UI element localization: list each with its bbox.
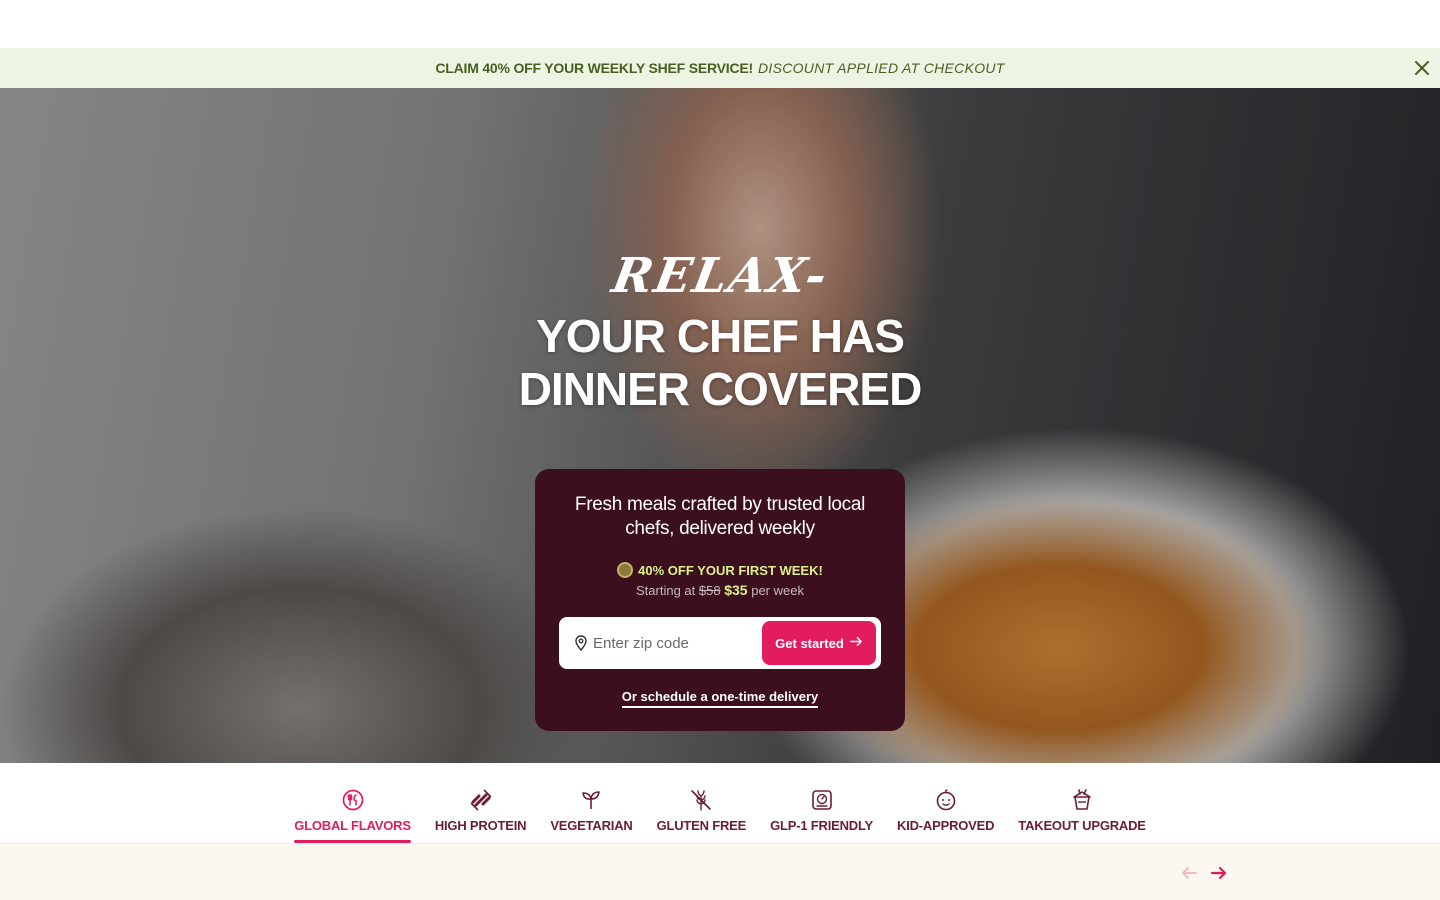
arrow-left-icon[interactable] <box>1180 864 1198 887</box>
scale-icon <box>811 790 832 810</box>
tab-glp1-friendly[interactable]: GLP-1 FRIENDLY <box>770 788 873 843</box>
offer-text: 40% OFF YOUR FIRST WEEK! <box>638 562 823 578</box>
tab-high-protein[interactable]: HIGH PROTEIN <box>435 788 527 843</box>
one-time-delivery-link[interactable]: Or schedule a one-time delivery <box>621 689 819 708</box>
globe-utensils-icon <box>342 789 363 811</box>
signup-card: Fresh meals crafted by trusted local che… <box>535 469 905 731</box>
tab-global-flavors[interactable]: GLOBAL FLAVORS <box>294 788 411 843</box>
tab-label: GLP-1 FRIENDLY <box>770 818 874 833</box>
hero-content: RELAX- YOUR CHEF HAS DINNER COVERED <box>0 88 1440 416</box>
hero-title-line1: YOUR CHEF HAS <box>536 310 905 362</box>
arrow-right-icon <box>849 635 863 651</box>
tab-vegetarian[interactable]: VEGETARIAN <box>550 788 633 843</box>
tab-label: GLUTEN FREE <box>656 818 747 833</box>
dumbbell-icon <box>470 789 491 811</box>
price-old: $58 <box>698 583 721 598</box>
takeout-box-icon <box>1073 789 1091 810</box>
promo-main-text: CLAIM 40% OFF YOUR WEEKLY SHEF SERVICE! <box>435 60 753 76</box>
get-started-button[interactable]: Get started <box>762 621 876 665</box>
hero-section: RELAX- YOUR CHEF HAS DINNER COVERED Fres… <box>0 88 1440 763</box>
tab-label: GLOBAL FLAVORS <box>294 818 411 833</box>
top-nav-bar <box>0 0 1440 48</box>
zip-code-input[interactable] <box>593 634 762 652</box>
hero-script-word: RELAX- <box>607 248 833 304</box>
kid-face-icon <box>936 789 955 811</box>
tab-label: HIGH PROTEIN <box>434 818 527 833</box>
tab-label: KID-APPROVED <box>897 818 995 833</box>
tab-kid-approved[interactable]: KID-APPROVED <box>897 788 994 843</box>
tab-label: TAKEOUT UPGRADE <box>1018 818 1146 833</box>
badge-icon <box>617 562 634 578</box>
zip-form: Get started <box>559 617 881 669</box>
location-pin-icon <box>575 635 587 652</box>
arrow-right-icon[interactable] <box>1210 864 1228 887</box>
carousel-area <box>0 844 1440 900</box>
price-new: $35 <box>724 582 748 598</box>
sprout-icon <box>582 791 601 809</box>
price-prefix: Starting at <box>636 583 696 598</box>
category-tabs: GLOBAL FLAVORS HIGH PROTEIN VEGETARIAN G… <box>0 763 1440 844</box>
tab-gluten-free[interactable]: GLUTEN FREE <box>656 788 747 843</box>
promo-sub-text: DISCOUNT APPLIED AT CHECKOUT <box>757 60 1005 76</box>
get-started-label: Get started <box>775 635 844 651</box>
card-description: Fresh meals crafted by trusted local che… <box>574 494 866 539</box>
close-icon[interactable] <box>1412 58 1432 78</box>
hero-title: YOUR CHEF HAS DINNER COVERED <box>518 310 923 416</box>
promo-banner: CLAIM 40% OFF YOUR WEEKLY SHEF SERVICE! … <box>0 48 1440 88</box>
tab-label: VEGETARIAN <box>550 818 633 833</box>
hero-title-line2: DINNER COVERED <box>518 363 923 415</box>
wheat-off-icon <box>691 790 712 811</box>
tab-takeout-upgrade[interactable]: TAKEOUT UPGRADE <box>1018 788 1146 843</box>
offer-line: 40% OFF YOUR FIRST WEEK! <box>617 562 823 578</box>
price-suffix: per week <box>751 583 804 598</box>
price-line: Starting at $58 $35 per week <box>636 582 804 598</box>
